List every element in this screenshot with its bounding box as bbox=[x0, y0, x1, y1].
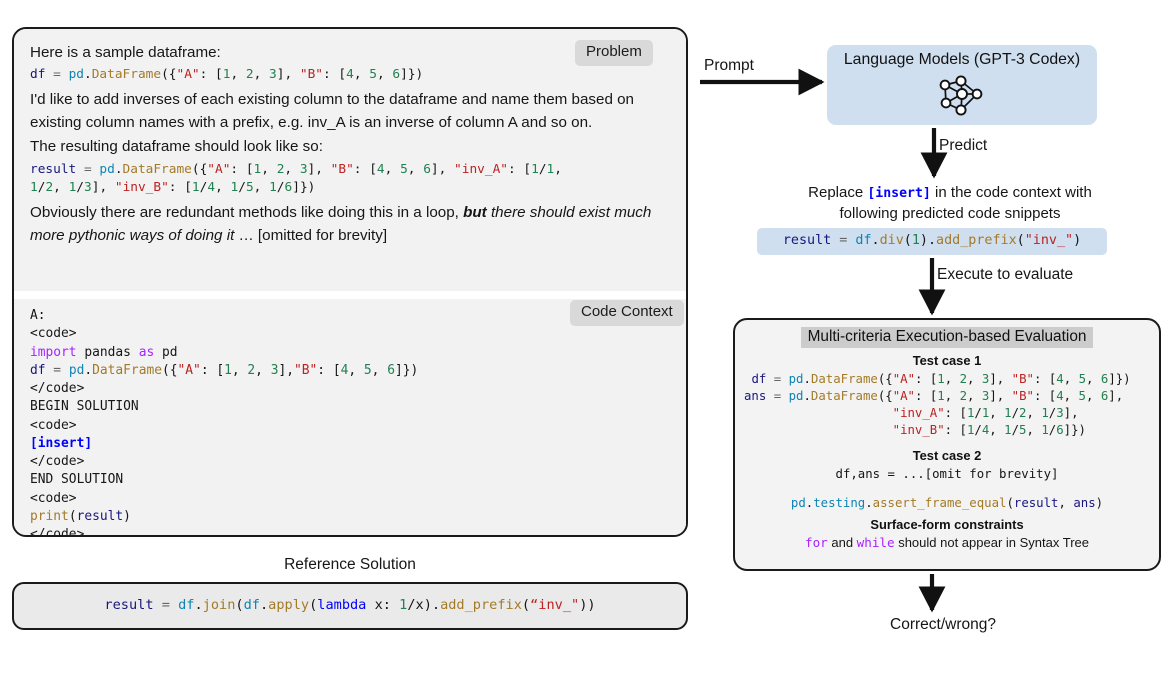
test-case-1-heading: Test case 1 bbox=[912, 353, 982, 368]
predict-label: Predict bbox=[939, 137, 988, 154]
evaluation-box: Multi-criteria Execution-based Evaluatio… bbox=[733, 318, 1161, 571]
problem-line-3: The resulting dataframe should look like… bbox=[30, 138, 323, 156]
test-case-1-code: df = pd.DataFrame({"A": [1, 2, 3], "B": … bbox=[744, 372, 1131, 437]
code-line-close-2: </code> bbox=[30, 454, 85, 469]
problem-line-4-plain: Obviously there are redundant methods li… bbox=[30, 204, 464, 222]
problem-line-2: I'd like to add inverses of each existin… bbox=[30, 90, 635, 132]
code-line-close-1: </code> bbox=[30, 381, 85, 396]
surface-mid: and bbox=[827, 534, 857, 550]
execute-label: Execute to evaluate bbox=[937, 266, 1074, 283]
code-context-panel: A: <code> import pandas as pd df = pd.Da… bbox=[14, 299, 686, 537]
code-line-open-2: <code> bbox=[30, 417, 77, 433]
code-line-open-1: <code> bbox=[30, 326, 77, 342]
replace-instruction: Replace [insert] in the code context wit… bbox=[740, 182, 1160, 224]
result-label: Correct/wrong? bbox=[890, 616, 996, 633]
evaluation-title-wrap: Multi-criteria Execution-based Evaluatio… bbox=[735, 327, 1159, 348]
reference-solution-box: result = df.join(df.apply(lambda x: 1/x)… bbox=[12, 582, 688, 630]
surface-constraints-heading: Surface-form constraints bbox=[870, 516, 1024, 532]
problem-badge: Problem bbox=[575, 40, 653, 66]
code-line-close-3: </code> bbox=[30, 527, 85, 537]
predicted-code: result = df.div(1).add_prefix("inv_") bbox=[782, 233, 1082, 249]
reference-solution-label: Reference Solution bbox=[284, 556, 416, 573]
problem-line-1: Here is a sample dataframe: bbox=[30, 44, 221, 61]
surface-tail: should not appear in Syntax Tree bbox=[894, 534, 1089, 550]
problem-code-context-card: Here is a sample dataframe: df = pd.Data… bbox=[12, 27, 688, 537]
test-case-2-code: df,ans = ...[omit for brevity] bbox=[835, 466, 1059, 481]
assert-code: pd.testing.assert_frame_equal(result, an… bbox=[790, 495, 1104, 510]
predicted-code-box: result = df.div(1).add_prefix("inv_") bbox=[757, 228, 1107, 255]
reference-solution-code: result = df.join(df.apply(lambda x: 1/x)… bbox=[104, 597, 596, 614]
problem-line-4-bold: but bbox=[463, 204, 487, 222]
insert-token: [insert] bbox=[867, 186, 931, 201]
language-model-box: Language Models (GPT-3 Codex) bbox=[827, 45, 1097, 125]
code-line-end-solution: END SOLUTION bbox=[30, 472, 124, 488]
evaluation-title: Multi-criteria Execution-based Evaluatio… bbox=[800, 327, 1094, 348]
problem-line-4: Obviously there are redundant methods li… bbox=[30, 201, 660, 248]
replace-text-after: in the code context with bbox=[930, 184, 1092, 201]
code-line-import: import pandas as pd bbox=[30, 344, 178, 360]
prompt-label: Prompt bbox=[704, 57, 754, 74]
surface-constraints-text: for and while should not appear in Synta… bbox=[735, 535, 1159, 550]
problem-sample-code-1: df = pd.DataFrame({"A": [1, 2, 3], "B": … bbox=[30, 67, 424, 83]
replace-line-2: following predicted code snippets bbox=[839, 205, 1061, 223]
code-line-open-3: <code> bbox=[30, 490, 77, 506]
code-line-insert: [insert] bbox=[30, 435, 93, 451]
problem-line-4-tail: … [omitted for brevity] bbox=[234, 227, 388, 245]
test-case-2-heading: Test case 2 bbox=[912, 447, 982, 463]
surface-keyword-while: while bbox=[856, 534, 895, 550]
surface-keyword-for: for bbox=[805, 534, 828, 550]
code-line-begin-solution: BEGIN SOLUTION bbox=[30, 399, 139, 415]
neural-network-icon bbox=[827, 72, 1097, 121]
code-context-badge: Code Context bbox=[570, 300, 684, 326]
language-model-title: Language Models (GPT-3 Codex) bbox=[843, 51, 1081, 68]
problem-panel: Here is a sample dataframe: df = pd.Data… bbox=[14, 29, 686, 291]
problem-sample-code-2: result = pd.DataFrame({"A": [1, 2, 3], "… bbox=[30, 161, 562, 196]
replace-text-before: Replace bbox=[808, 184, 868, 201]
code-line-print: print(result) bbox=[30, 508, 131, 524]
code-line-df: df = pd.DataFrame({"A": [1, 2, 3],"B": [… bbox=[30, 362, 419, 378]
